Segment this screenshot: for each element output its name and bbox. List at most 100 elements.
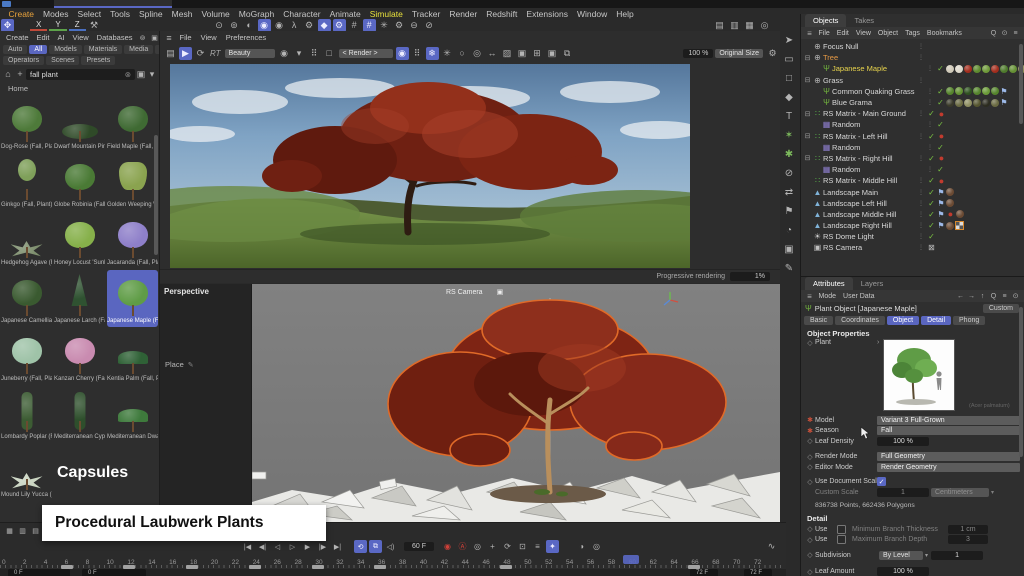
attribute-tab[interactable]: Phong — [953, 316, 985, 325]
ball-tag[interactable] — [955, 65, 963, 73]
asset-tab[interactable]: All — [29, 45, 47, 54]
gear-icon[interactable]: ⚙ — [766, 47, 779, 60]
plant-preview[interactable]: (Acer palmatum) — [883, 339, 955, 411]
camera-label[interactable]: RS Camera ▣ — [446, 288, 503, 296]
plant-card[interactable]: Kanzan Cherry (Fall, Pl... — [54, 328, 105, 385]
record-icon[interactable]: ≡ — [531, 540, 544, 553]
ball-tag[interactable] — [1009, 65, 1017, 73]
axis-lock-button[interactable]: Y — [49, 20, 66, 31]
ball-tag[interactable] — [964, 99, 972, 107]
viewport-scene[interactable] — [252, 284, 780, 522]
transport-button[interactable]: ▶| — [331, 540, 344, 553]
menu-item[interactable]: Volume — [197, 9, 234, 19]
attributes-nav-icon[interactable]: ↑ — [978, 290, 987, 303]
object-name[interactable]: Common Quaking Grass — [832, 87, 927, 96]
asset-menu-item[interactable]: Databases — [93, 33, 137, 42]
enable-check-icon[interactable]: ✓ — [926, 132, 937, 141]
object-row[interactable]: ∷ RS Matrix - Middle Hill ✓ ● — [803, 175, 1024, 186]
transport-button[interactable]: |◀ — [241, 540, 254, 553]
plant-card[interactable]: Kentia Palm (Fall, Plant) — [107, 328, 158, 385]
attributes-nav-icon[interactable]: ≡ — [1000, 290, 1009, 303]
visibility-dots[interactable] — [927, 88, 935, 95]
toolbar-icon[interactable]: ◉ — [273, 19, 286, 32]
attribute-tab[interactable]: Basic — [804, 316, 833, 325]
toolbar-icon[interactable]: ⚙ — [393, 19, 406, 32]
object-row[interactable]: Ψ Blue Grama ✓ ⚑ — [803, 97, 1024, 108]
expand-icon[interactable]: ⊟ — [803, 54, 812, 62]
size-dropdown[interactable]: Original Size — [715, 49, 763, 58]
loop-icon[interactable]: ⧉ — [369, 540, 382, 553]
object-row[interactable]: ▦ Random ✓ — [803, 164, 1024, 175]
render-tool-icon[interactable]: ▶ — [179, 47, 192, 60]
subdivision-caret-icon[interactable]: ▾ — [925, 552, 928, 559]
attributes-nav-icon[interactable]: Q — [989, 290, 998, 303]
menu-item[interactable]: Redshift — [482, 9, 522, 19]
visibility-dots[interactable] — [918, 110, 926, 117]
plant-card[interactable]: Field Maple (Fall, Plant) — [107, 96, 158, 153]
toolbar-icon[interactable]: λ — [288, 19, 301, 32]
flag-tag[interactable]: ⚑ — [937, 210, 945, 219]
clear-search-icon[interactable]: ⊗ — [125, 70, 131, 79]
checker-tag[interactable] — [955, 221, 964, 230]
custom-scale-unit-dropdown[interactable]: Centimeters — [931, 488, 989, 497]
menu-item[interactable]: MoGraph — [234, 9, 278, 19]
visibility-dots[interactable] — [918, 233, 926, 240]
subdivision-value[interactable]: 1 — [931, 551, 983, 560]
render-tool-icon[interactable]: □ — [323, 47, 336, 60]
render-button-icon[interactable]: ▦ — [743, 19, 756, 32]
axis-lock-button[interactable]: X — [30, 20, 47, 31]
record-icon[interactable]: ⟳ — [501, 540, 514, 553]
object-row[interactable]: Ψ Japanese Maple ✓ ⚑ — [803, 63, 1024, 74]
ball-tag[interactable] — [946, 222, 954, 230]
use-checkbox[interactable] — [837, 525, 846, 534]
asset-tab[interactable]: Materials — [84, 45, 122, 54]
visibility-dots[interactable] — [918, 155, 926, 162]
plant-card[interactable]: Japanese Larch (Fall, Pl... — [54, 270, 105, 327]
flag-tag[interactable]: ⚑ — [937, 188, 945, 197]
menu-item[interactable]: Window — [573, 9, 612, 19]
param-value-field[interactable]: Full Geometry — [877, 452, 1020, 461]
current-frame-field[interactable]: 60 F — [404, 542, 434, 551]
menu-item[interactable]: Mesh — [167, 9, 197, 19]
render-tool-icon[interactable]: ⠿ — [411, 47, 424, 60]
mode-palette-icon[interactable]: ⇄ — [783, 186, 796, 199]
mode-palette-icon[interactable]: ✎ — [783, 262, 796, 275]
attributes-nav-icon[interactable]: → — [967, 290, 976, 303]
record-icon[interactable]: ◉ — [441, 540, 454, 553]
mode-palette-icon[interactable]: ◔ — [783, 224, 796, 237]
plant-card[interactable]: Lombardy Poplar (Fall... — [1, 386, 52, 443]
custom-scale-value[interactable]: 1 — [877, 488, 929, 497]
asset-view-icon[interactable]: ▣ — [150, 31, 160, 44]
object-row[interactable]: ⊟ ∷ RS Matrix - Main Ground ✓ ● — [803, 108, 1024, 119]
expand-icon[interactable]: ⊟ — [803, 76, 812, 84]
visibility-dots[interactable] — [927, 121, 935, 128]
render-tool-icon[interactable]: ⧉ — [561, 47, 574, 60]
object-name[interactable]: Landscape Left Hill — [823, 199, 918, 208]
unit-caret-icon[interactable]: ▾ — [991, 489, 994, 496]
playhead[interactable] — [623, 555, 639, 564]
render-setting-dropdown[interactable]: < Render > — [339, 49, 393, 58]
toolbar-icon[interactable]: ⚙ — [333, 19, 346, 32]
enable-check-icon[interactable]: ✓ — [935, 165, 946, 174]
object-name[interactable]: Tree — [823, 53, 918, 62]
timeline-tool-icon[interactable]: ▦ — [4, 525, 15, 536]
object-row[interactable]: ▲ Landscape Left Hill ✓ ⚑ — [803, 198, 1024, 209]
doc-scale-checkbox[interactable] — [877, 477, 886, 486]
subdivision-mode-dropdown[interactable]: By Level — [879, 551, 923, 560]
search-caret-icon[interactable]: ▾ — [148, 68, 156, 81]
object-menu-item[interactable]: View — [852, 30, 874, 37]
param-dot[interactable]: ◇ — [805, 478, 815, 486]
toolbar-icon[interactable]: ◐ — [243, 19, 256, 32]
object-menu-item[interactable]: Edit — [833, 30, 852, 37]
visibility-dots[interactable] — [918, 211, 926, 218]
mode-palette-icon[interactable]: T — [783, 110, 796, 123]
param-dot[interactable]: ◇ — [805, 453, 815, 461]
plant-card[interactable]: Honey Locust 'Sunbur... — [54, 212, 105, 269]
visibility-dots[interactable] — [918, 222, 926, 229]
object-name[interactable]: Focus Null — [823, 42, 918, 51]
object-row[interactable]: ▲ Landscape Main ✓ ⚑ — [803, 186, 1024, 197]
plant-card[interactable]: Mediterranean Dwarf ... — [107, 386, 158, 443]
toolbar-icon[interactable]: ⊙ — [213, 19, 226, 32]
menu-item[interactable]: Tracker — [407, 9, 445, 19]
plant-card[interactable]: Dog-Rose (Fall, Plant) — [1, 96, 52, 153]
